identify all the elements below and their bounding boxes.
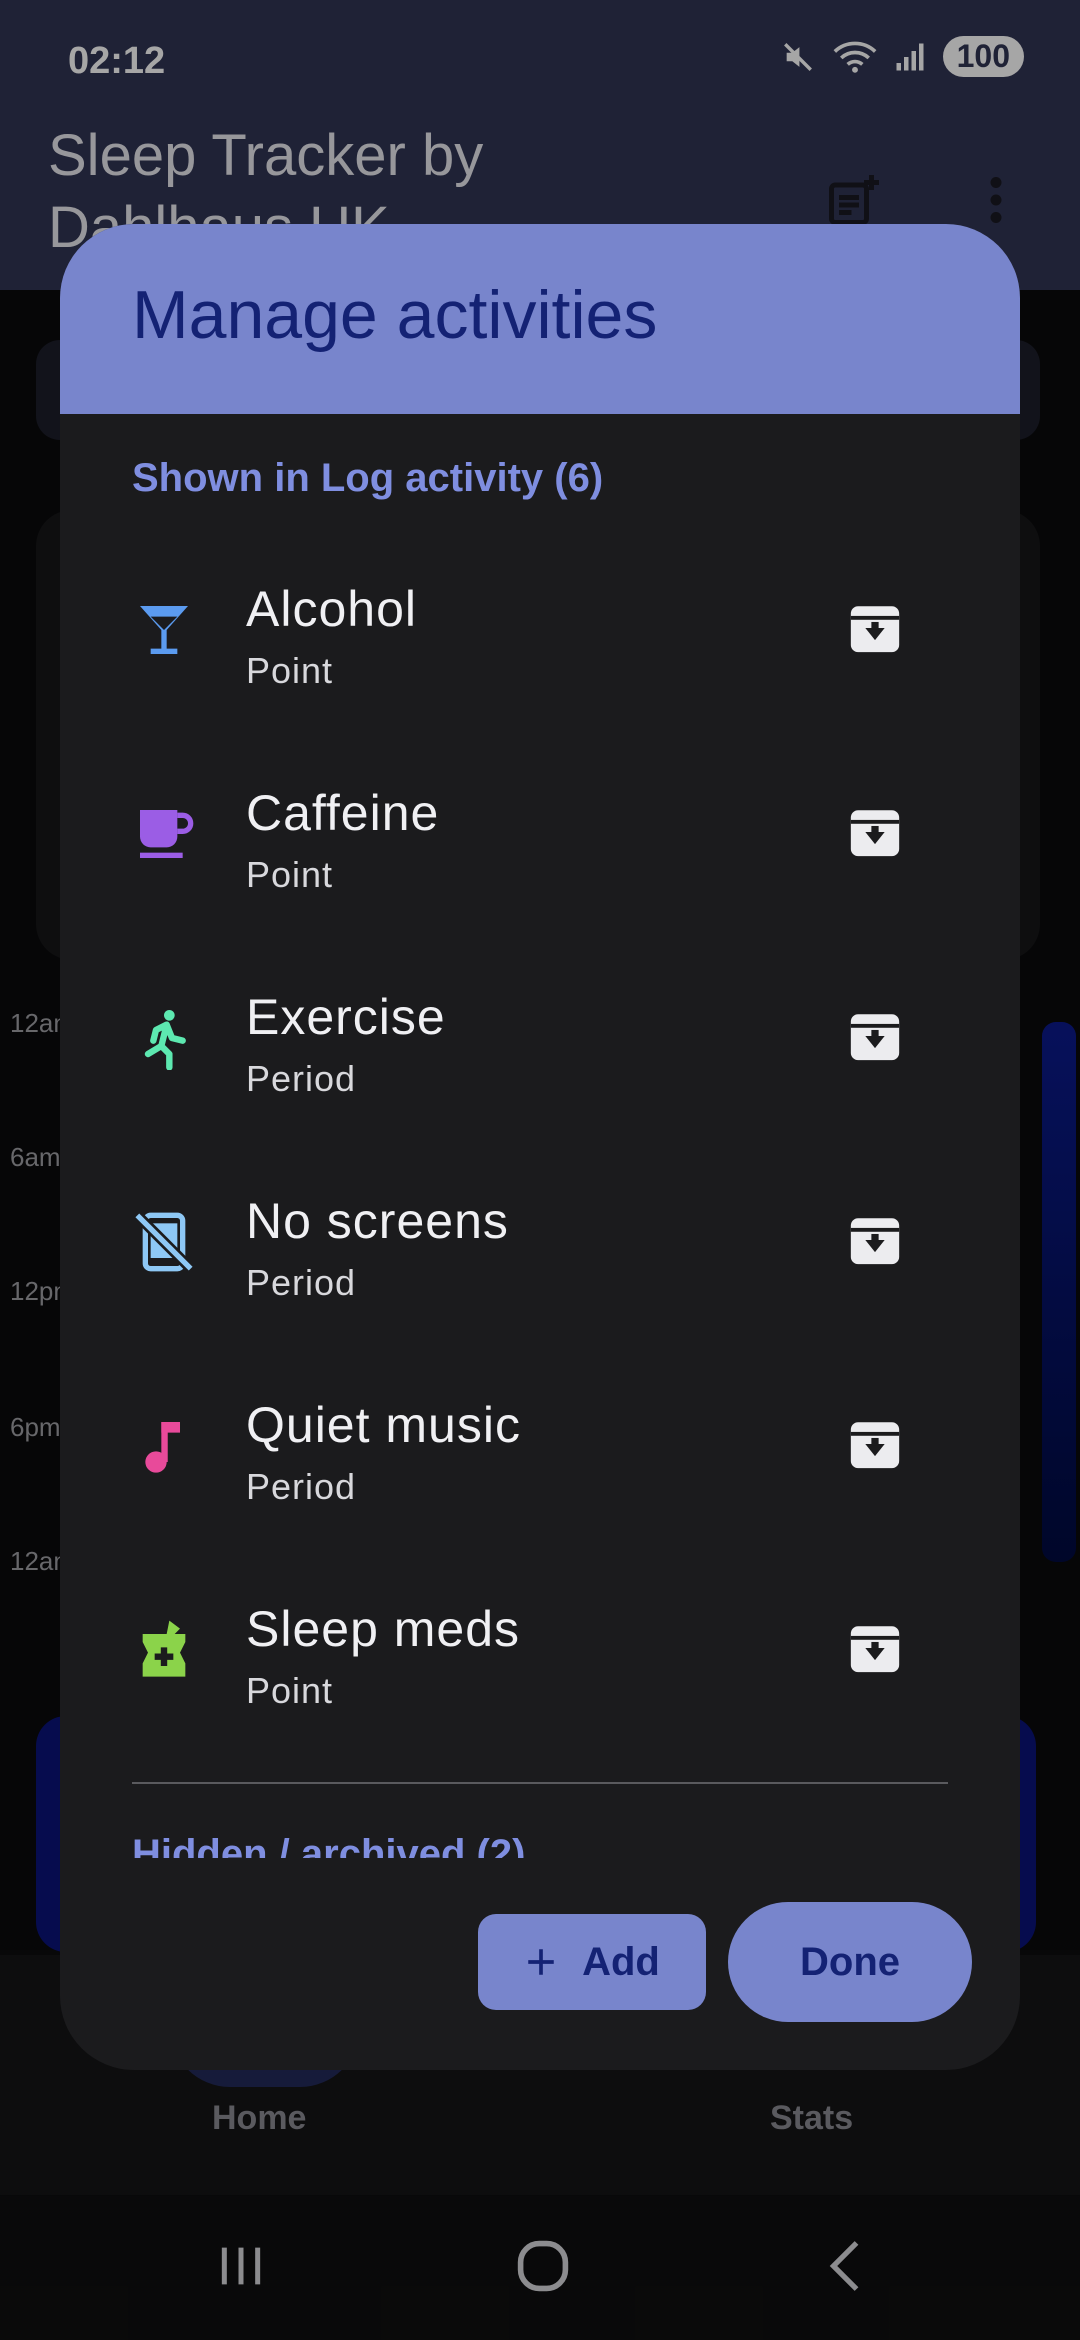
archive-icon[interactable]: [846, 1210, 904, 1270]
archive-icon[interactable]: [846, 802, 904, 862]
manage-activities-dialog: Manage activities Shown in Log activity …: [60, 224, 1020, 2070]
dialog-header: Manage activities: [60, 224, 1020, 414]
activity-item-sleep-meds[interactable]: Sleep meds Point: [60, 1572, 1020, 1776]
activity-name: Sleep meds: [246, 1601, 521, 1657]
music-note-icon: [145, 1422, 180, 1473]
done-button[interactable]: Done: [728, 1902, 972, 2022]
activity-name: No screens: [246, 1193, 509, 1249]
done-button-label: Done: [800, 1939, 900, 1984]
activity-name: Quiet music: [246, 1397, 521, 1453]
activity-type: Point: [246, 1670, 334, 1711]
activity-item-caffeine[interactable]: Caffeine Point: [60, 756, 1020, 960]
activity-name: Exercise: [246, 989, 446, 1045]
section-divider: [132, 1782, 948, 1784]
add-button-label: Add: [582, 1939, 660, 1984]
activity-type: Period: [246, 1262, 357, 1303]
activity-item-quiet-music[interactable]: Quiet music Period: [60, 1368, 1020, 1572]
add-activity-button[interactable]: Add: [478, 1914, 706, 2010]
cocktail-icon: [140, 606, 188, 654]
running-icon: [144, 1010, 186, 1070]
activity-item-exercise[interactable]: Exercise Period: [60, 960, 1020, 1164]
archive-icon[interactable]: [846, 598, 904, 658]
activity-type: Period: [246, 1058, 357, 1099]
activity-type: Point: [246, 650, 334, 691]
activity-name: Alcohol: [246, 581, 417, 637]
archive-icon[interactable]: [846, 1618, 904, 1678]
activity-name: Caffeine: [246, 785, 440, 841]
archive-icon[interactable]: [846, 1414, 904, 1474]
archive-icon[interactable]: [846, 1006, 904, 1066]
phone-off-icon: [133, 1211, 195, 1273]
hidden-section-title: Hidden / archived (2): [132, 1832, 526, 1858]
shown-section-title: Shown in Log activity (6): [132, 456, 604, 500]
activity-type: Period: [246, 1466, 357, 1507]
medication-icon: [142, 1620, 186, 1677]
activity-type: Point: [246, 854, 334, 895]
activity-item-alcohol[interactable]: Alcohol Point: [60, 552, 1020, 756]
coffee-cup-icon: [140, 810, 194, 858]
plus-icon: [528, 1949, 554, 1975]
activity-item-no-screens[interactable]: No screens Period: [60, 1164, 1020, 1368]
dialog-title: Manage activities: [132, 277, 658, 353]
